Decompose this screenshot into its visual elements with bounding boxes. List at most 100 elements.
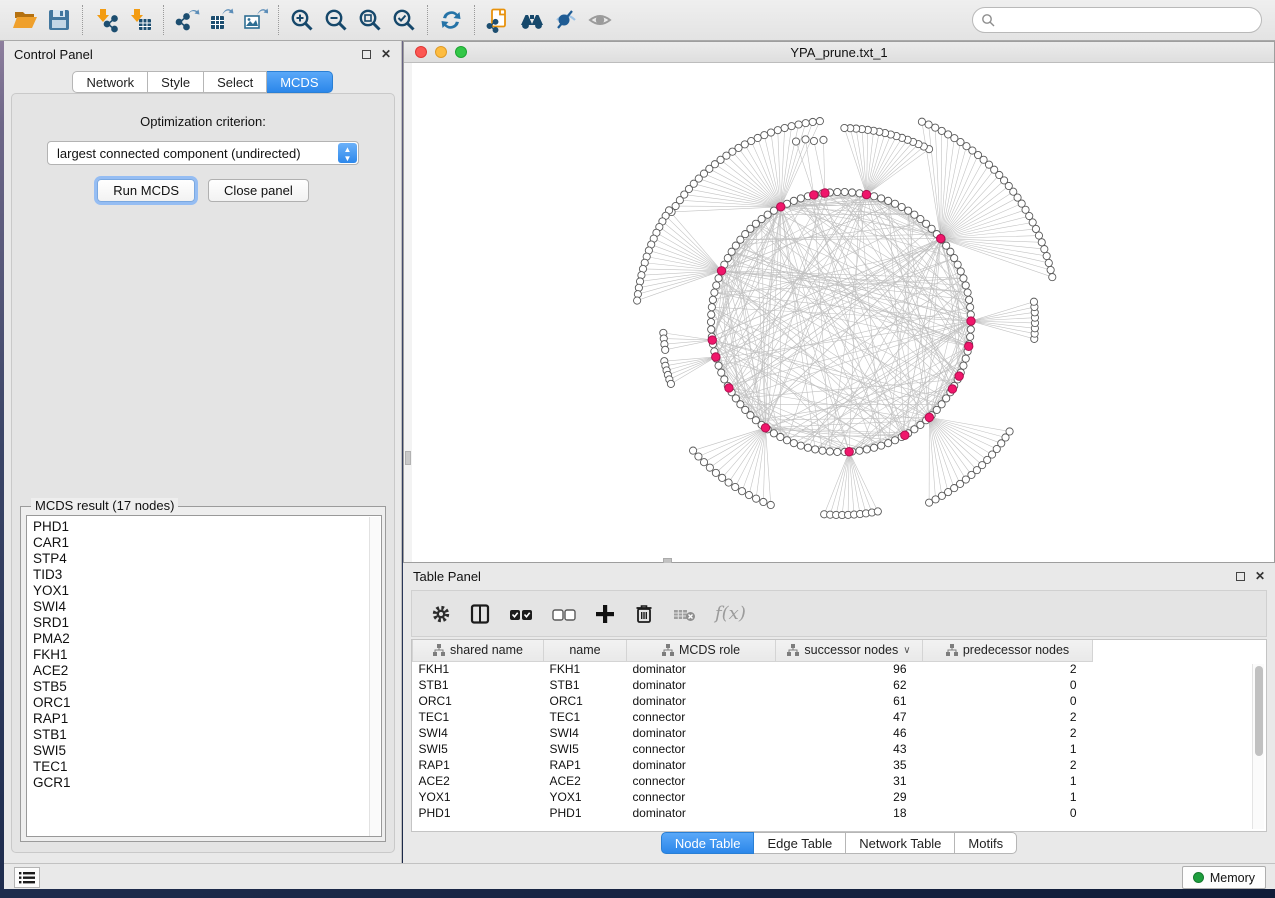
- table-cell[interactable]: dominator: [627, 693, 776, 709]
- table-row[interactable]: RAP1RAP1dominator352: [413, 757, 1093, 773]
- tab-edge-table[interactable]: Edge Table: [754, 832, 846, 854]
- table-cell[interactable]: connector: [627, 789, 776, 805]
- memory-button[interactable]: Memory: [1182, 866, 1266, 889]
- export-image-icon[interactable]: [238, 3, 272, 37]
- delete-table-icon[interactable]: [672, 603, 698, 625]
- network-graph[interactable]: [404, 63, 1274, 562]
- hide-panel-icon[interactable]: [549, 3, 583, 37]
- mcds-node-item[interactable]: CAR1: [33, 535, 381, 551]
- table-cell[interactable]: dominator: [627, 725, 776, 741]
- table-row[interactable]: TEC1TEC1connector472: [413, 709, 1093, 725]
- table-cell[interactable]: dominator: [627, 677, 776, 693]
- table-cell[interactable]: 2: [923, 661, 1093, 677]
- tab-select[interactable]: Select: [204, 71, 267, 93]
- table-cell[interactable]: ACE2: [413, 773, 544, 789]
- table-cell[interactable]: 0: [923, 677, 1093, 693]
- zoom-selected-icon[interactable]: [387, 3, 421, 37]
- table-cell[interactable]: 46: [776, 725, 923, 741]
- table-options-icon[interactable]: [430, 603, 452, 625]
- table-cell[interactable]: 96: [776, 661, 923, 677]
- mcds-node-item[interactable]: SWI4: [33, 599, 381, 615]
- table-cell[interactable]: YOX1: [544, 789, 627, 805]
- table-header-row[interactable]: shared name name MCDS role successor nod…: [413, 640, 1093, 661]
- table-row[interactable]: ACE2ACE2connector311: [413, 773, 1093, 789]
- task-history-button[interactable]: [14, 867, 40, 888]
- column-header-mcds-role[interactable]: MCDS role: [627, 640, 776, 661]
- mcds-list-scrollbar[interactable]: [369, 517, 380, 837]
- table-cell[interactable]: STB1: [544, 677, 627, 693]
- mcds-node-item[interactable]: RAP1: [33, 711, 381, 727]
- refresh-icon[interactable]: [434, 3, 468, 37]
- mcds-node-item[interactable]: TEC1: [33, 759, 381, 775]
- network-titlebar[interactable]: YPA_prune.txt_1: [404, 42, 1274, 63]
- close-panel-icon[interactable]: ✕: [381, 48, 391, 60]
- column-header-shared-name[interactable]: shared name: [413, 640, 544, 661]
- table-cell[interactable]: PHD1: [544, 805, 627, 821]
- table-cell[interactable]: PHD1: [413, 805, 544, 821]
- import-network-icon[interactable]: [89, 3, 123, 37]
- table-row[interactable]: SWI5SWI5connector431: [413, 741, 1093, 757]
- table-cell[interactable]: RAP1: [413, 757, 544, 773]
- tab-motifs[interactable]: Motifs: [955, 832, 1017, 854]
- table-cell[interactable]: YOX1: [413, 789, 544, 805]
- table-cell[interactable]: ORC1: [544, 693, 627, 709]
- table-row[interactable]: ORC1ORC1dominator610: [413, 693, 1093, 709]
- tab-node-table[interactable]: Node Table: [661, 832, 755, 854]
- close-panel-button[interactable]: Close panel: [208, 179, 309, 202]
- table-cell[interactable]: SWI4: [413, 725, 544, 741]
- table-cell[interactable]: 0: [923, 693, 1093, 709]
- delete-icon[interactable]: [633, 603, 655, 625]
- network-vscrollbar[interactable]: [404, 63, 412, 562]
- zoom-fit-icon[interactable]: [353, 3, 387, 37]
- mcds-node-item[interactable]: PHD1: [33, 519, 381, 535]
- table-cell[interactable]: ACE2: [544, 773, 627, 789]
- show-panel-icon[interactable]: [583, 3, 617, 37]
- mcds-result-list[interactable]: PHD1CAR1STP4TID3YOX1SWI4SRD1PMA2FKH1ACE2…: [26, 515, 382, 837]
- criterion-select[interactable]: largest connected component (undirected)…: [47, 141, 359, 165]
- tab-style[interactable]: Style: [148, 71, 204, 93]
- mcds-node-item[interactable]: ORC1: [33, 695, 381, 711]
- table-row[interactable]: YOX1YOX1connector291: [413, 789, 1093, 805]
- mcds-node-item[interactable]: YOX1: [33, 583, 381, 599]
- save-session-icon[interactable]: [42, 3, 76, 37]
- table-cell[interactable]: FKH1: [544, 661, 627, 677]
- table-cell[interactable]: 31: [776, 773, 923, 789]
- table-cell[interactable]: 2: [923, 757, 1093, 773]
- table-cell[interactable]: 62: [776, 677, 923, 693]
- mcds-node-item[interactable]: PMA2: [33, 631, 381, 647]
- clone-network-icon[interactable]: [481, 3, 515, 37]
- tab-network[interactable]: Network: [72, 71, 148, 93]
- zoom-out-icon[interactable]: [319, 3, 353, 37]
- table-cell[interactable]: 1: [923, 789, 1093, 805]
- table-cell[interactable]: SWI5: [544, 741, 627, 757]
- deselect-all-icon[interactable]: [551, 603, 577, 625]
- table-cell[interactable]: connector: [627, 773, 776, 789]
- zoom-in-icon[interactable]: [285, 3, 319, 37]
- table-cell[interactable]: 18: [776, 805, 923, 821]
- table-cell[interactable]: 35: [776, 757, 923, 773]
- mcds-node-item[interactable]: STB1: [33, 727, 381, 743]
- table-cell[interactable]: 43: [776, 741, 923, 757]
- search-field[interactable]: [972, 7, 1262, 33]
- table-cell[interactable]: TEC1: [544, 709, 627, 725]
- mcds-node-item[interactable]: TID3: [33, 567, 381, 583]
- column-header-name[interactable]: name: [544, 640, 627, 661]
- table-cell[interactable]: SWI5: [413, 741, 544, 757]
- table-cell[interactable]: ORC1: [413, 693, 544, 709]
- table-cell[interactable]: SWI4: [544, 725, 627, 741]
- table-row[interactable]: SWI4SWI4dominator462: [413, 725, 1093, 741]
- import-table-icon[interactable]: [123, 3, 157, 37]
- table-row[interactable]: PHD1PHD1dominator180: [413, 805, 1093, 821]
- table-cell[interactable]: 29: [776, 789, 923, 805]
- table-row[interactable]: FKH1FKH1dominator962: [413, 661, 1093, 677]
- column-header-successor-nodes[interactable]: successor nodes ∨: [776, 640, 923, 661]
- table-cell[interactable]: 61: [776, 693, 923, 709]
- table-cell[interactable]: connector: [627, 709, 776, 725]
- table-cell[interactable]: dominator: [627, 805, 776, 821]
- table-vscrollbar[interactable]: [1252, 664, 1264, 829]
- table-cell[interactable]: 1: [923, 741, 1093, 757]
- mcds-node-item[interactable]: ACE2: [33, 663, 381, 679]
- column-header-predecessor-nodes[interactable]: predecessor nodes: [923, 640, 1093, 661]
- table-cell[interactable]: dominator: [627, 661, 776, 677]
- table-cell[interactable]: 0: [923, 805, 1093, 821]
